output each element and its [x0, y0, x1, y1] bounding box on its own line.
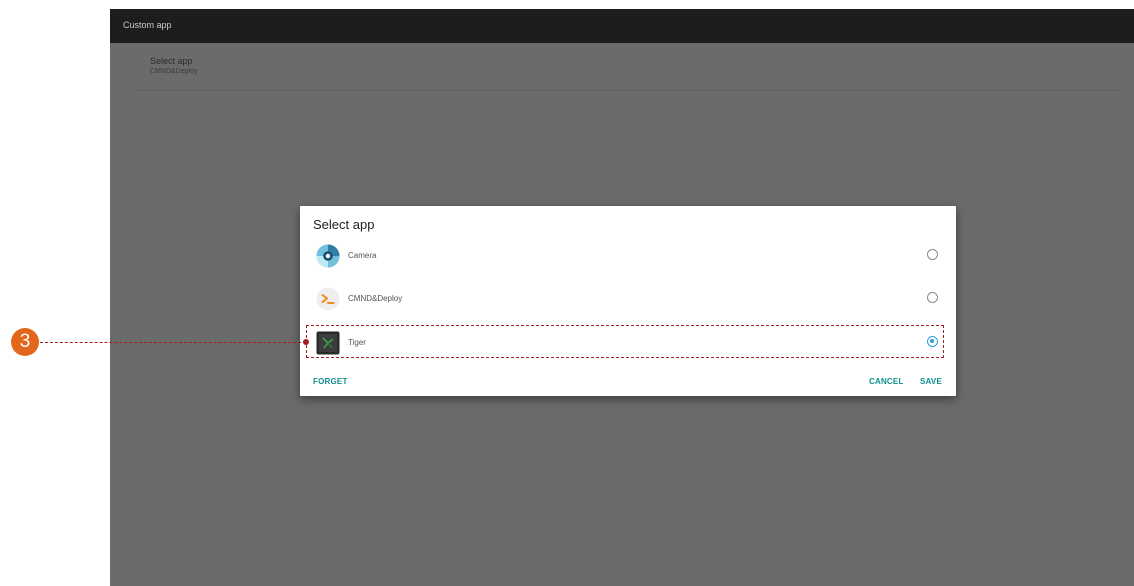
save-button[interactable]: SAVE: [920, 377, 942, 386]
stage: Custom app Select app CMND&Deploy Select…: [0, 0, 1134, 586]
dialog-title: Select app: [313, 217, 375, 232]
option-label: Camera: [348, 251, 377, 260]
callout-leader-line: [40, 342, 306, 343]
option-label: CMND&Deploy: [348, 294, 403, 303]
select-app-dialog: Select app Camera CMND&Deploy Tiger FORG…: [300, 206, 956, 396]
app-bar: Custom app: [110, 9, 1134, 43]
select-app-preference[interactable]: Select app CMND&Deploy: [150, 56, 197, 77]
callout-highlight-box: [306, 325, 944, 358]
forget-button[interactable]: FORGET: [313, 377, 348, 386]
preference-title: Select app: [150, 56, 193, 66]
callout-dot: [303, 339, 309, 345]
app-bar-title: Custom app: [123, 20, 172, 30]
camera-icon: [316, 244, 340, 268]
cancel-button[interactable]: CANCEL: [869, 377, 904, 386]
preference-summary: CMND&Deploy: [150, 68, 198, 75]
preference-divider: [136, 90, 1120, 91]
option-cmnd-deploy[interactable]: CMND&Deploy: [312, 282, 944, 316]
option-camera[interactable]: Camera: [312, 239, 944, 273]
radio-cmnd-deploy[interactable]: [927, 292, 938, 303]
callout-number-badge: 3: [11, 328, 39, 356]
radio-camera[interactable]: [927, 249, 938, 260]
terminal-icon: [316, 287, 340, 311]
